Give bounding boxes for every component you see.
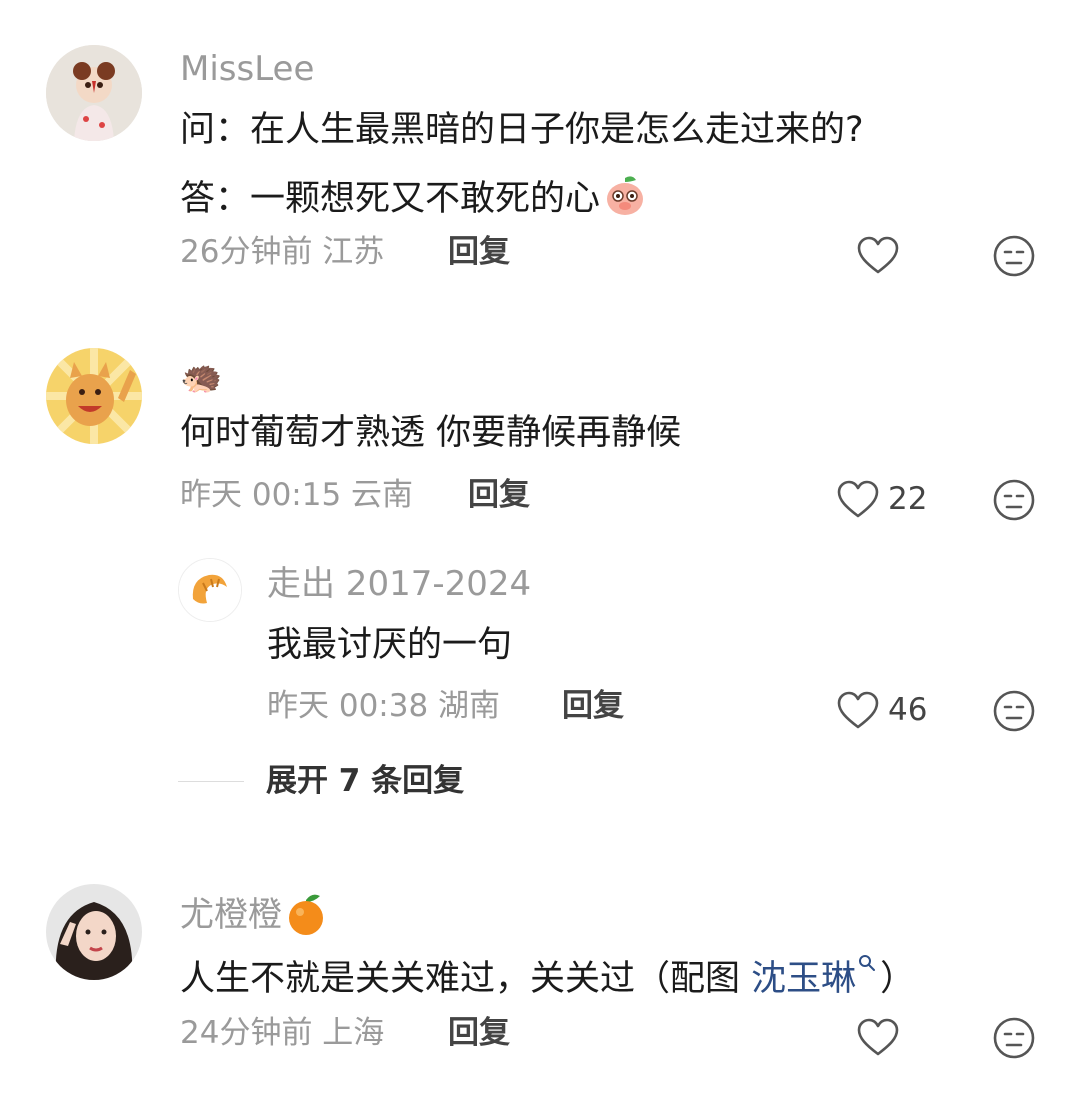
username[interactable]: MissLee	[180, 52, 314, 86]
heart-outline-icon[interactable]	[836, 691, 880, 731]
avatar[interactable]	[46, 45, 142, 141]
expand-divider	[178, 781, 244, 782]
reply-meta: 昨天 00:38 湖南	[267, 688, 501, 724]
search-link[interactable]: 沈玉琳	[751, 959, 856, 999]
meh-face-icon[interactable]	[992, 234, 1036, 278]
heart-outline-icon[interactable]	[856, 1018, 900, 1058]
heart-outline-icon[interactable]	[836, 480, 880, 520]
like-count: 22	[888, 481, 928, 517]
reply-button[interactable]: 回复	[448, 237, 510, 268]
comment-hedgehog: 🦔 何时葡萄才熟透 你要静候再静候 昨天 00:15 云南 回复 22 走出 2…	[0, 330, 1080, 830]
orange-emoji-icon	[289, 894, 323, 935]
avatar-croissant-image	[179, 559, 241, 621]
comment-meta: 24分钟前 上海	[180, 1015, 385, 1051]
like-count: 46	[888, 692, 928, 728]
reply-text: 我最讨厌的一句	[267, 625, 513, 665]
comment-text-line-1: 问：在人生最黑暗的日子你是怎么走过来的?	[180, 110, 864, 150]
meh-face-icon[interactable]	[992, 1016, 1036, 1060]
reply-item: 走出 2017-2024 我最讨厌的一句 昨天 00:38 湖南 回复 46	[0, 550, 1080, 750]
heart-outline-icon[interactable]	[856, 236, 900, 276]
comment-text-line-2: 答：一颗想死又不敢死的心	[180, 172, 648, 218]
reply-button[interactable]: 回复	[448, 1018, 510, 1049]
comment-meta: 26分钟前 江苏	[180, 234, 385, 270]
comment-text: 何时葡萄才熟透 你要静候再静候	[180, 413, 682, 453]
reply-button[interactable]: 回复	[468, 480, 530, 511]
username[interactable]: 走出 2017-2024	[267, 567, 531, 601]
comment-missLee: MissLee 问：在人生最黑暗的日子你是怎么走过来的? 答：一颗想死又不敢死的…	[0, 0, 1080, 300]
reply-button[interactable]: 回复	[562, 691, 624, 722]
search-superscript-icon[interactable]	[858, 954, 876, 972]
avatar[interactable]	[46, 884, 142, 980]
avatar[interactable]	[46, 348, 142, 444]
avatar[interactable]	[178, 558, 242, 622]
comment-youchengcheng: 尤橙橙 人生不就是关关难过，关关过（配图 沈玉琳 ） 24分钟前 上海 回复	[0, 870, 1080, 1096]
comment-meta: 昨天 00:15 云南	[180, 477, 414, 513]
meh-face-icon[interactable]	[992, 478, 1036, 522]
username-hedgehog-emoji[interactable]: 🦔	[180, 360, 222, 394]
avatar-portrait-image	[46, 884, 142, 980]
username[interactable]: 尤橙橙	[180, 892, 326, 936]
meh-face-icon[interactable]	[992, 689, 1036, 733]
expand-replies-button[interactable]: 展开 7 条回复	[266, 766, 464, 797]
avatar-cartoon-horse-image	[46, 348, 142, 444]
comment-text: 人生不就是关关难过，关关过（配图 沈玉琳 ）	[180, 954, 915, 997]
peach-emoji-icon	[607, 176, 644, 215]
avatar-doll-image	[46, 45, 142, 141]
